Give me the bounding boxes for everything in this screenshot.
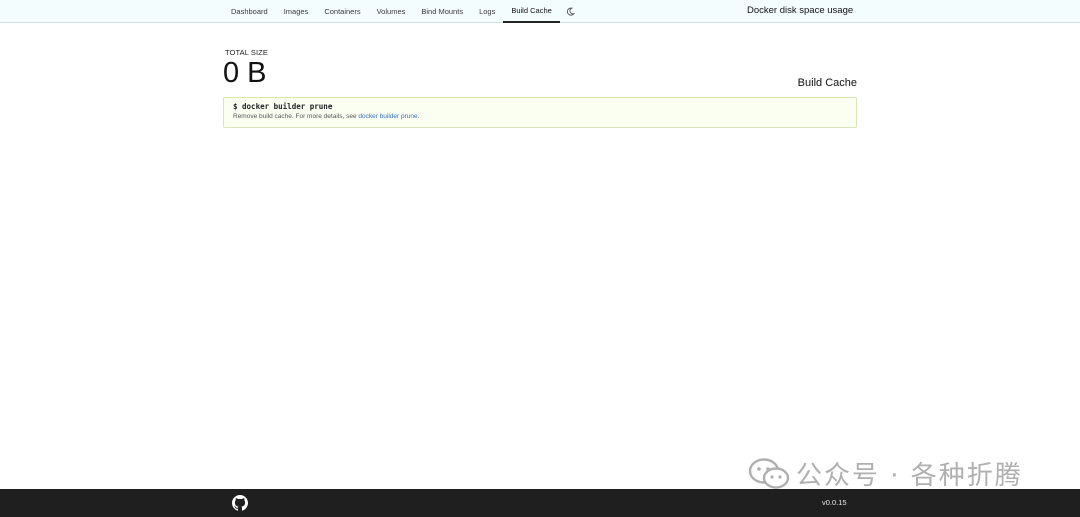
command-box: $ docker builder prune Remove build cach… xyxy=(223,97,857,128)
wechat-icon xyxy=(748,457,790,489)
nav-logs[interactable]: Logs xyxy=(471,0,503,23)
nav-dashboard[interactable]: Dashboard xyxy=(223,0,276,23)
section-title: Build Cache xyxy=(797,77,857,89)
top-navbar: Dashboard Images Containers Volumes Bind Mou… xyxy=(0,0,1080,23)
theme-toggle-button[interactable] xyxy=(560,0,581,23)
total-size-value: 0 B xyxy=(223,57,267,89)
command-description-suffix: . xyxy=(417,113,420,120)
nav-volumes[interactable]: Volumes xyxy=(369,0,414,23)
command-description-prefix: Remove build cache. For more details, se… xyxy=(233,113,359,120)
version-label: v0.0.15 xyxy=(822,498,847,507)
app-title: Docker disk space usage xyxy=(747,5,854,16)
watermark-text: 公众号 · 各种折腾 xyxy=(796,461,1023,491)
nav-build-cache[interactable]: Build Cache xyxy=(503,0,560,23)
command-description: Remove build cache. For more details, se… xyxy=(233,112,847,122)
nav-images[interactable]: Images xyxy=(276,0,317,23)
nav-containers[interactable]: Containers xyxy=(316,0,368,23)
github-icon[interactable] xyxy=(232,495,248,511)
moon-icon xyxy=(566,7,575,16)
docker-builder-prune-link[interactable]: docker builder prune xyxy=(358,113,417,120)
total-size-label: TOTAL SIZE xyxy=(225,48,268,57)
command-text: $ docker builder prune xyxy=(233,102,333,111)
watermark: 公众号 · 各种折腾 xyxy=(748,455,1023,492)
nav-bind-mounts[interactable]: Bind Mounts xyxy=(413,0,471,23)
nav-tabs: Dashboard Images Containers Volumes Bind Mou… xyxy=(223,0,581,23)
footer: v0.0.15 xyxy=(0,489,1080,517)
